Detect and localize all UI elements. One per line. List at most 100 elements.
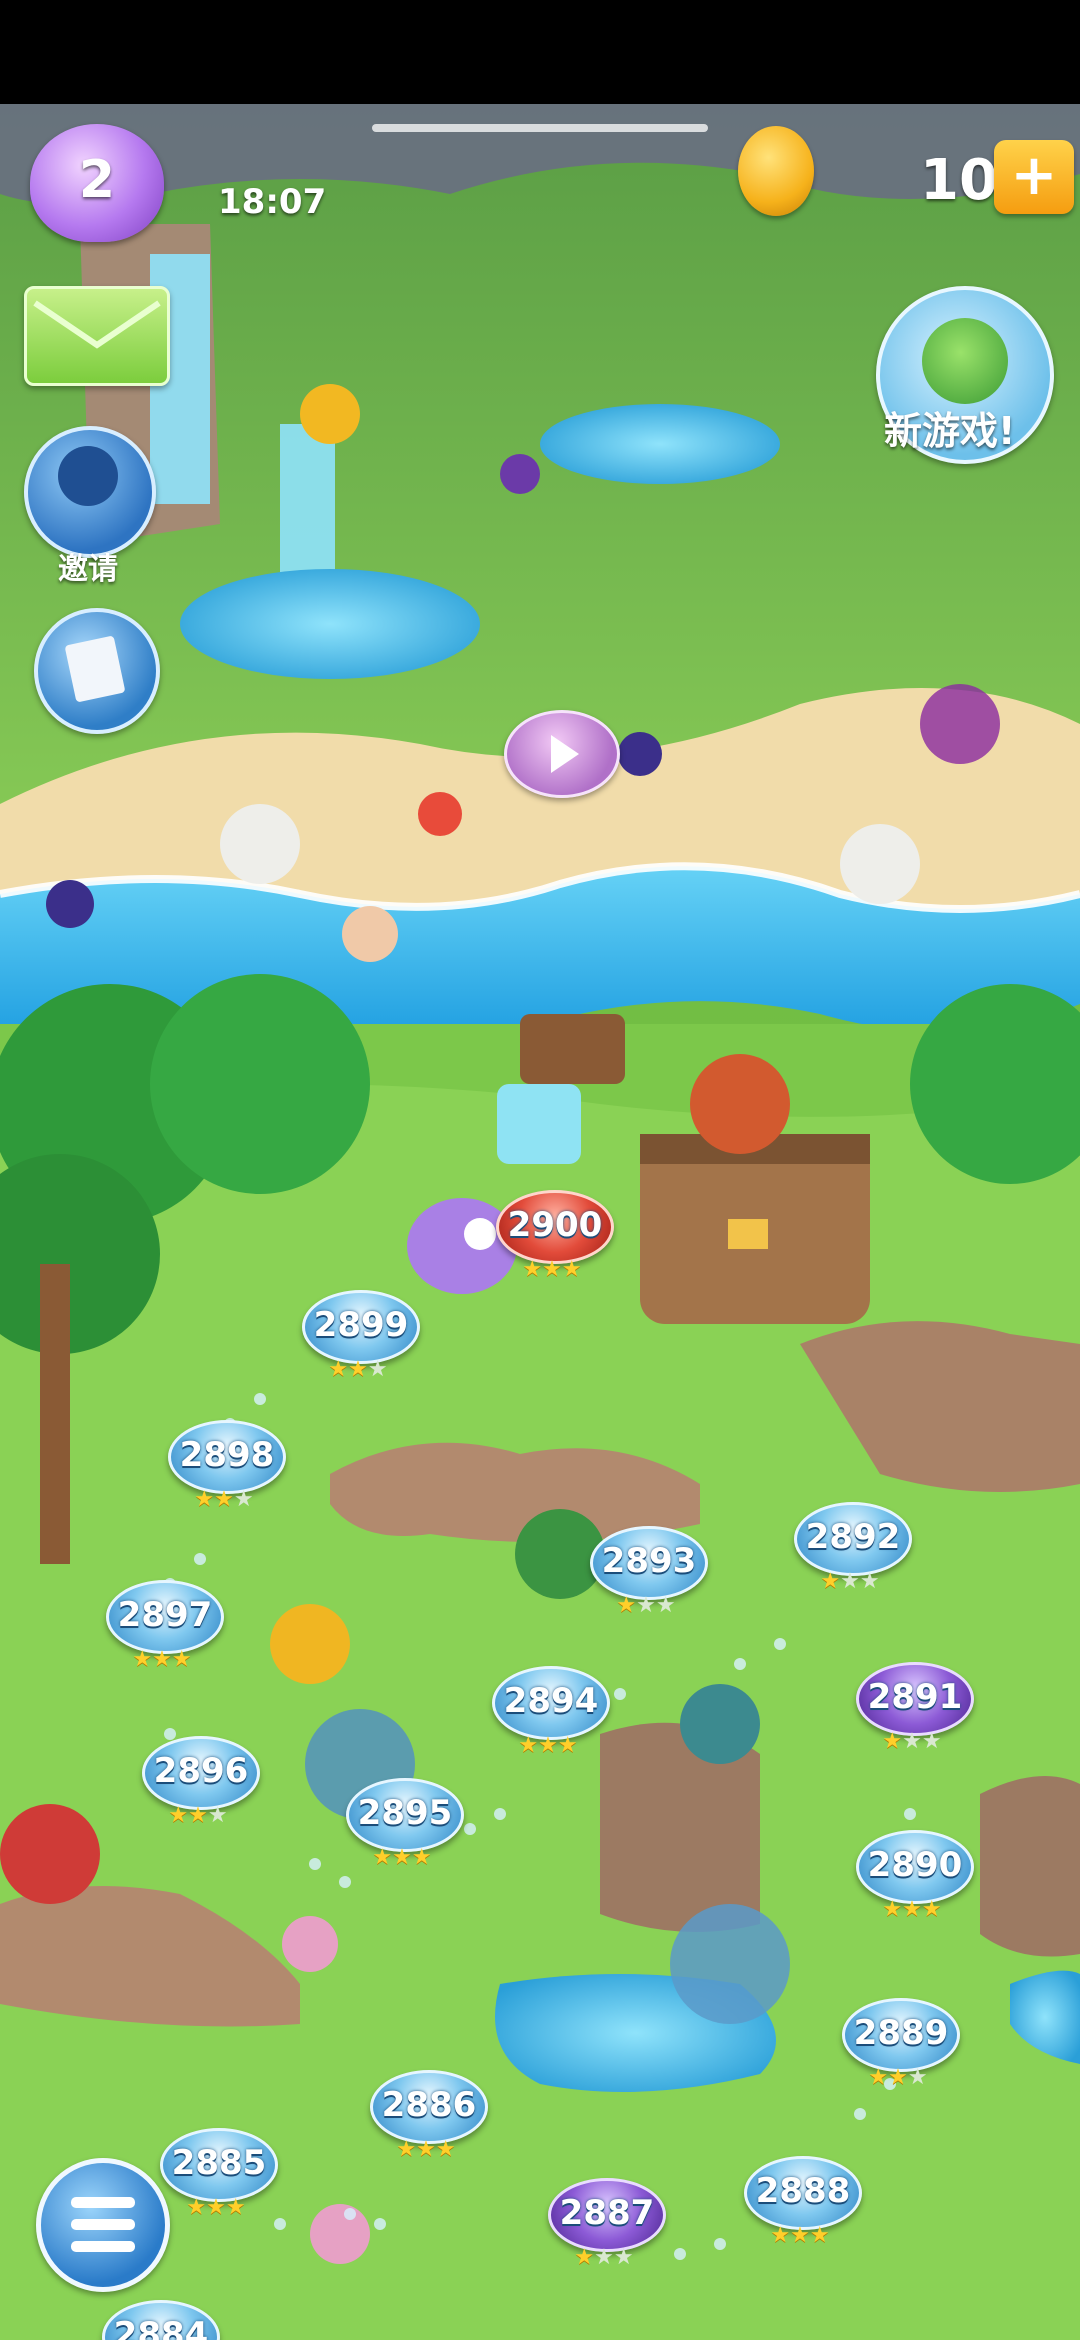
- level-stars: ★★★: [171, 2196, 261, 2220]
- level-node-2895[interactable]: 2895: [346, 1778, 464, 1852]
- star-icon: ★: [132, 1647, 153, 1672]
- star-icon: ★: [367, 1357, 388, 1382]
- status-bar: [0, 0, 1080, 104]
- star-icon: ★: [348, 1357, 368, 1382]
- star-icon: ★: [882, 1897, 903, 1922]
- level-node-2892[interactable]: 2892: [794, 1502, 912, 1576]
- level-stars: ★★★: [755, 2224, 845, 2248]
- new-game-label: 新游戏!: [884, 409, 1016, 453]
- star-icon: ★: [868, 2065, 889, 2090]
- lives-count: 2: [78, 150, 116, 210]
- invite-label: 邀请: [58, 552, 118, 587]
- level-node-2888[interactable]: 2888: [744, 2156, 862, 2230]
- star-icon: ★: [616, 1593, 637, 1618]
- star-icon: ★: [214, 1487, 234, 1512]
- level-node-2886[interactable]: 2886: [370, 2070, 488, 2144]
- star-icon: ★: [840, 1569, 860, 1594]
- level-node-2899[interactable]: 2899: [302, 1290, 420, 1364]
- star-icon: ★: [902, 1897, 922, 1922]
- level-stars: ★★★: [507, 1258, 597, 1282]
- star-icon: ★: [636, 1593, 656, 1618]
- star-icon: ★: [557, 1733, 578, 1758]
- level-node-2889[interactable]: 2889: [842, 1998, 960, 2072]
- star-icon: ★: [574, 2245, 595, 2270]
- star-icon: ★: [538, 1733, 558, 1758]
- star-icon: ★: [411, 1845, 432, 1870]
- star-icon: ★: [225, 2195, 246, 2220]
- star-icon: ★: [152, 1647, 172, 1672]
- menu-button[interactable]: [36, 2158, 170, 2292]
- coin-icon: [738, 126, 814, 216]
- star-icon: ★: [168, 1803, 189, 1828]
- star-icon: ★: [186, 2195, 207, 2220]
- level-node-2898[interactable]: 2898: [168, 1420, 286, 1494]
- star-icon: ★: [907, 2065, 928, 2090]
- star-icon: ★: [171, 1647, 192, 1672]
- star-icon: ★: [188, 1803, 208, 1828]
- level-stars: ★★★: [867, 1898, 957, 1922]
- level-stars: ★★★: [179, 1488, 269, 1512]
- star-icon: ★: [859, 1569, 880, 1594]
- star-icon: ★: [882, 1729, 903, 1754]
- level-stars: ★★★: [559, 2246, 649, 2270]
- star-icon: ★: [888, 2065, 908, 2090]
- star-icon: ★: [542, 1257, 562, 1282]
- star-icon: ★: [820, 1569, 841, 1594]
- star-icon: ★: [372, 1845, 393, 1870]
- level-stars: ★★★: [503, 1734, 593, 1758]
- mail-button[interactable]: [24, 286, 170, 386]
- star-icon: ★: [655, 1593, 676, 1618]
- level-stars: ★★★: [381, 2138, 471, 2162]
- star-icon: ★: [206, 2195, 226, 2220]
- level-node-2894[interactable]: 2894: [492, 1666, 610, 1740]
- star-icon: ★: [561, 1257, 582, 1282]
- coin-count: 10: [920, 148, 998, 213]
- level-node-2893[interactable]: 2893: [590, 1526, 708, 1600]
- level-node-2890[interactable]: 2890: [856, 1830, 974, 1904]
- star-icon: ★: [921, 1897, 942, 1922]
- star-icon: ★: [396, 2137, 417, 2162]
- star-icon: ★: [594, 2245, 614, 2270]
- map-icon: [64, 635, 126, 703]
- star-icon: ★: [522, 1257, 543, 1282]
- star-icon: ★: [902, 1729, 922, 1754]
- play-icon: [551, 735, 579, 773]
- lives-heart-button[interactable]: 2: [30, 124, 164, 242]
- level-stars: ★★★: [867, 1730, 957, 1754]
- star-icon: ★: [194, 1487, 215, 1512]
- star-icon: ★: [770, 2223, 791, 2248]
- level-node-2900[interactable]: 2900: [496, 1190, 614, 1264]
- level-stars: ★★★: [117, 1648, 207, 1672]
- star-icon: ★: [328, 1357, 349, 1382]
- lives-timer: 18:07: [218, 182, 327, 222]
- level-stars: ★★★: [853, 2066, 943, 2090]
- level-node-2885[interactable]: 2885: [160, 2128, 278, 2202]
- level-stars: ★★★: [153, 1804, 243, 1828]
- add-coins-button[interactable]: +: [994, 140, 1074, 214]
- mail-icon: [33, 300, 161, 349]
- level-stars: ★★★: [357, 1846, 447, 1870]
- level-stars: ★★★: [805, 1570, 895, 1594]
- star-icon: ★: [921, 1729, 942, 1754]
- menu-icon: [71, 2197, 135, 2252]
- level-node-2897[interactable]: 2897: [106, 1580, 224, 1654]
- level-stars: ★★★: [313, 1358, 403, 1382]
- drag-handle: [372, 124, 708, 132]
- map-button[interactable]: [34, 608, 160, 734]
- level-node-2891[interactable]: 2891: [856, 1662, 974, 1736]
- star-icon: ★: [392, 1845, 412, 1870]
- invite-button[interactable]: [24, 426, 156, 558]
- level-stars: ★★★: [601, 1594, 691, 1618]
- star-icon: ★: [809, 2223, 830, 2248]
- star-icon: ★: [518, 1733, 539, 1758]
- star-icon: ★: [613, 2245, 634, 2270]
- star-icon: ★: [233, 1487, 254, 1512]
- level-node-2887[interactable]: 2887: [548, 2178, 666, 2252]
- game-map[interactable]: 2 18:07 10 + 邀请 新游戏! 2900 ★★★ 2899 ★★★ 2898 ★…: [0, 104, 1080, 2340]
- plus-icon: +: [1010, 143, 1058, 208]
- invite-icon: [58, 446, 118, 506]
- star-icon: ★: [416, 2137, 436, 2162]
- level-node-2896[interactable]: 2896: [142, 1736, 260, 1810]
- play-button[interactable]: [504, 710, 620, 798]
- star-icon: ★: [790, 2223, 810, 2248]
